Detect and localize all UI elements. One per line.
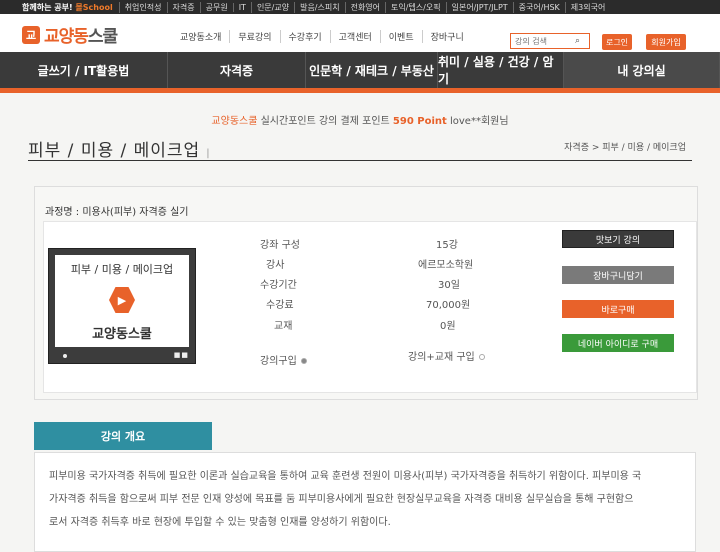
nav-reviews[interactable]: 수강후기 bbox=[281, 30, 331, 43]
top-link-civil[interactable]: 공무원 bbox=[199, 1, 233, 13]
category-bar: 글쓰기 / IT활용법 자격증 인문학 / 재테크 / 부동산 취미 / 실용 … bbox=[0, 52, 720, 93]
search-icon[interactable]: ⌕ bbox=[575, 36, 580, 46]
info-label-fee: 수강료 bbox=[266, 300, 294, 311]
option-lecture[interactable]: 강의구입 bbox=[260, 352, 307, 367]
overview-body: 피부미용 국가자격증 취득에 필요한 이론과 실습교육을 통하여 교육 훈련생 … bbox=[34, 452, 696, 552]
info-value-composition: 15강 bbox=[436, 240, 458, 251]
category-writing-it[interactable]: 글쓰기 / IT활용법 bbox=[0, 52, 168, 88]
info-value-textbook: 0원 bbox=[440, 321, 456, 332]
slogan-text: 함께하는 공부! bbox=[22, 2, 73, 12]
naver-buy-button[interactable]: 네이버 아이디로 구매 bbox=[562, 334, 674, 352]
top-link-job[interactable]: 취업인적성 bbox=[118, 1, 167, 13]
overview-line-1: 피부미용 국가자격증 취득에 필요한 이론과 실습교육을 통하여 교육 훈련생 … bbox=[49, 471, 642, 482]
logo-mark-icon: 교 bbox=[22, 25, 40, 44]
category-my-classroom[interactable]: 내 강의실 bbox=[564, 52, 720, 88]
slogan: 함께하는 공부! 몰School bbox=[0, 2, 119, 13]
course-detail-box: 피부 / 미용 / 메이크업 ▶ 교양동스쿨 ■■ 강좌 구성 15강 강사 에… bbox=[43, 221, 697, 393]
option-lecture-label: 강의구입 bbox=[260, 356, 297, 367]
top-link-speech[interactable]: 발음/스피치 bbox=[294, 1, 345, 13]
site-header: 교 교양동스쿨 교양동소개 무료강의 수강후기 고객센터 이벤트 장바구니 ⌕ … bbox=[0, 14, 720, 52]
course-panel: 과정명 : 미용사(피부) 자격증 실기 피부 / 미용 / 메이크업 ▶ 교양… bbox=[34, 186, 698, 400]
course-thumbnail[interactable]: 피부 / 미용 / 메이크업 ▶ 교양동스쿨 ■■ bbox=[48, 248, 196, 364]
logo-text: 교양동스쿨 bbox=[44, 22, 118, 47]
info-value-fee: 70,000원 bbox=[426, 300, 471, 311]
search-box: ⌕ bbox=[510, 33, 590, 49]
nav-events[interactable]: 이벤트 bbox=[381, 30, 423, 43]
info-label-composition: 강좌 구성 bbox=[260, 240, 300, 251]
info-label-textbook: 교재 bbox=[274, 321, 293, 332]
top-link-third-language[interactable]: 제3외국어 bbox=[564, 1, 611, 13]
thumbnail-logo: 교양동스쿨 bbox=[92, 327, 152, 342]
info-value-period: 30일 bbox=[438, 280, 460, 291]
category-hobby[interactable]: 취미 / 실용 / 건강 / 암기 bbox=[438, 52, 564, 88]
thumbnail-dot-icon bbox=[63, 354, 67, 358]
add-to-cart-button[interactable]: 장바구니담기 bbox=[562, 266, 674, 284]
top-link-humanities[interactable]: 인문/교양 bbox=[250, 1, 294, 13]
point-notice: 교양동스쿨 실시간포인트 강의 결제 포인트 590 Point love**회… bbox=[0, 112, 720, 127]
category-certificate[interactable]: 자격증 bbox=[168, 52, 306, 88]
overview-line-2: 가자격증 취득을 함으로써 피부 전문 인재 양성에 목표를 둠 피부미용사에게… bbox=[49, 494, 634, 505]
thumbnail-screen: 피부 / 미용 / 메이크업 ▶ 교양동스쿨 bbox=[55, 255, 189, 347]
thumbnail-title: 피부 / 미용 / 메이크업 bbox=[70, 263, 174, 276]
info-value-instructor: 에르모소학원 bbox=[418, 260, 474, 271]
title-divider: | bbox=[206, 148, 211, 159]
top-link-japanese[interactable]: 일본어/JPT/JLPT bbox=[445, 1, 513, 13]
option-lecture-radio[interactable] bbox=[300, 358, 307, 364]
search-input[interactable] bbox=[515, 36, 575, 46]
notice-user: love**회원님 bbox=[446, 116, 509, 127]
top-link-phone-english[interactable]: 전화영어 bbox=[344, 1, 385, 13]
login-button[interactable]: 로그인 bbox=[602, 34, 632, 50]
slogan-brand: 몰School bbox=[75, 2, 113, 12]
top-link-it[interactable]: IT bbox=[232, 2, 251, 12]
top-link-cert[interactable]: 자격증 bbox=[166, 1, 200, 13]
course-name: 과정명 : 미용사(피부) 자격증 실기 bbox=[45, 207, 189, 218]
thumbnail-controls-icon: ■■ bbox=[173, 351, 189, 359]
nav-support[interactable]: 고객센터 bbox=[331, 30, 381, 43]
overview-heading: 강의 개요 bbox=[34, 422, 212, 450]
info-label-period: 수강기간 bbox=[260, 280, 297, 291]
breadcrumb: 자격증 > 피부 / 미용 / 메이크업 bbox=[564, 143, 686, 153]
site-logo[interactable]: 교 교양동스쿨 bbox=[22, 22, 118, 47]
option-bundle-radio[interactable] bbox=[478, 354, 485, 360]
info-label-instructor: 강사 bbox=[266, 260, 285, 271]
top-utility-bar: 함께하는 공부! 몰School 취업인적성 자격증 공무원 IT 인문/교양 … bbox=[0, 0, 720, 14]
nav-about[interactable]: 교양동소개 bbox=[172, 30, 231, 43]
page-title: 피부 / 미용 / 메이크업 bbox=[28, 141, 201, 161]
main-nav: 교양동소개 무료강의 수강후기 고객센터 이벤트 장바구니 bbox=[172, 30, 472, 43]
top-link-toeic[interactable]: 토익/텝스/오픽 bbox=[385, 1, 446, 13]
notice-point: 590 Point bbox=[392, 116, 447, 127]
logo-text-sub: 스쿨 bbox=[87, 27, 118, 47]
category-humanities[interactable]: 인문학 / 재테크 / 부동산 bbox=[306, 52, 438, 88]
notice-brand: 교양동스쿨 bbox=[211, 116, 258, 127]
page-title-wrap: 피부 / 미용 / 메이크업 | bbox=[28, 136, 211, 161]
play-icon[interactable]: ▶ bbox=[109, 287, 135, 313]
nav-free-lectures[interactable]: 무료강의 bbox=[230, 30, 281, 43]
option-bundle[interactable]: 강의+교재 구입 bbox=[408, 348, 485, 363]
top-link-chinese[interactable]: 중국어/HSK bbox=[512, 1, 565, 13]
overview-line-3: 로서 자격증 취득후 바로 현장에 투입할 수 있는 맞춤형 인재를 양성하기 … bbox=[49, 517, 391, 528]
logo-text-main: 교양동 bbox=[44, 27, 89, 47]
preview-button[interactable]: 맛보기 강의 bbox=[562, 230, 674, 248]
title-rule bbox=[28, 160, 692, 161]
notice-text: 실시간포인트 강의 결제 포인트 bbox=[257, 116, 393, 127]
option-bundle-label: 강의+교재 구입 bbox=[408, 352, 475, 363]
nav-cart[interactable]: 장바구니 bbox=[423, 30, 472, 43]
buy-now-button[interactable]: 바로구매 bbox=[562, 300, 674, 318]
join-button[interactable]: 회원가입 bbox=[646, 34, 686, 50]
